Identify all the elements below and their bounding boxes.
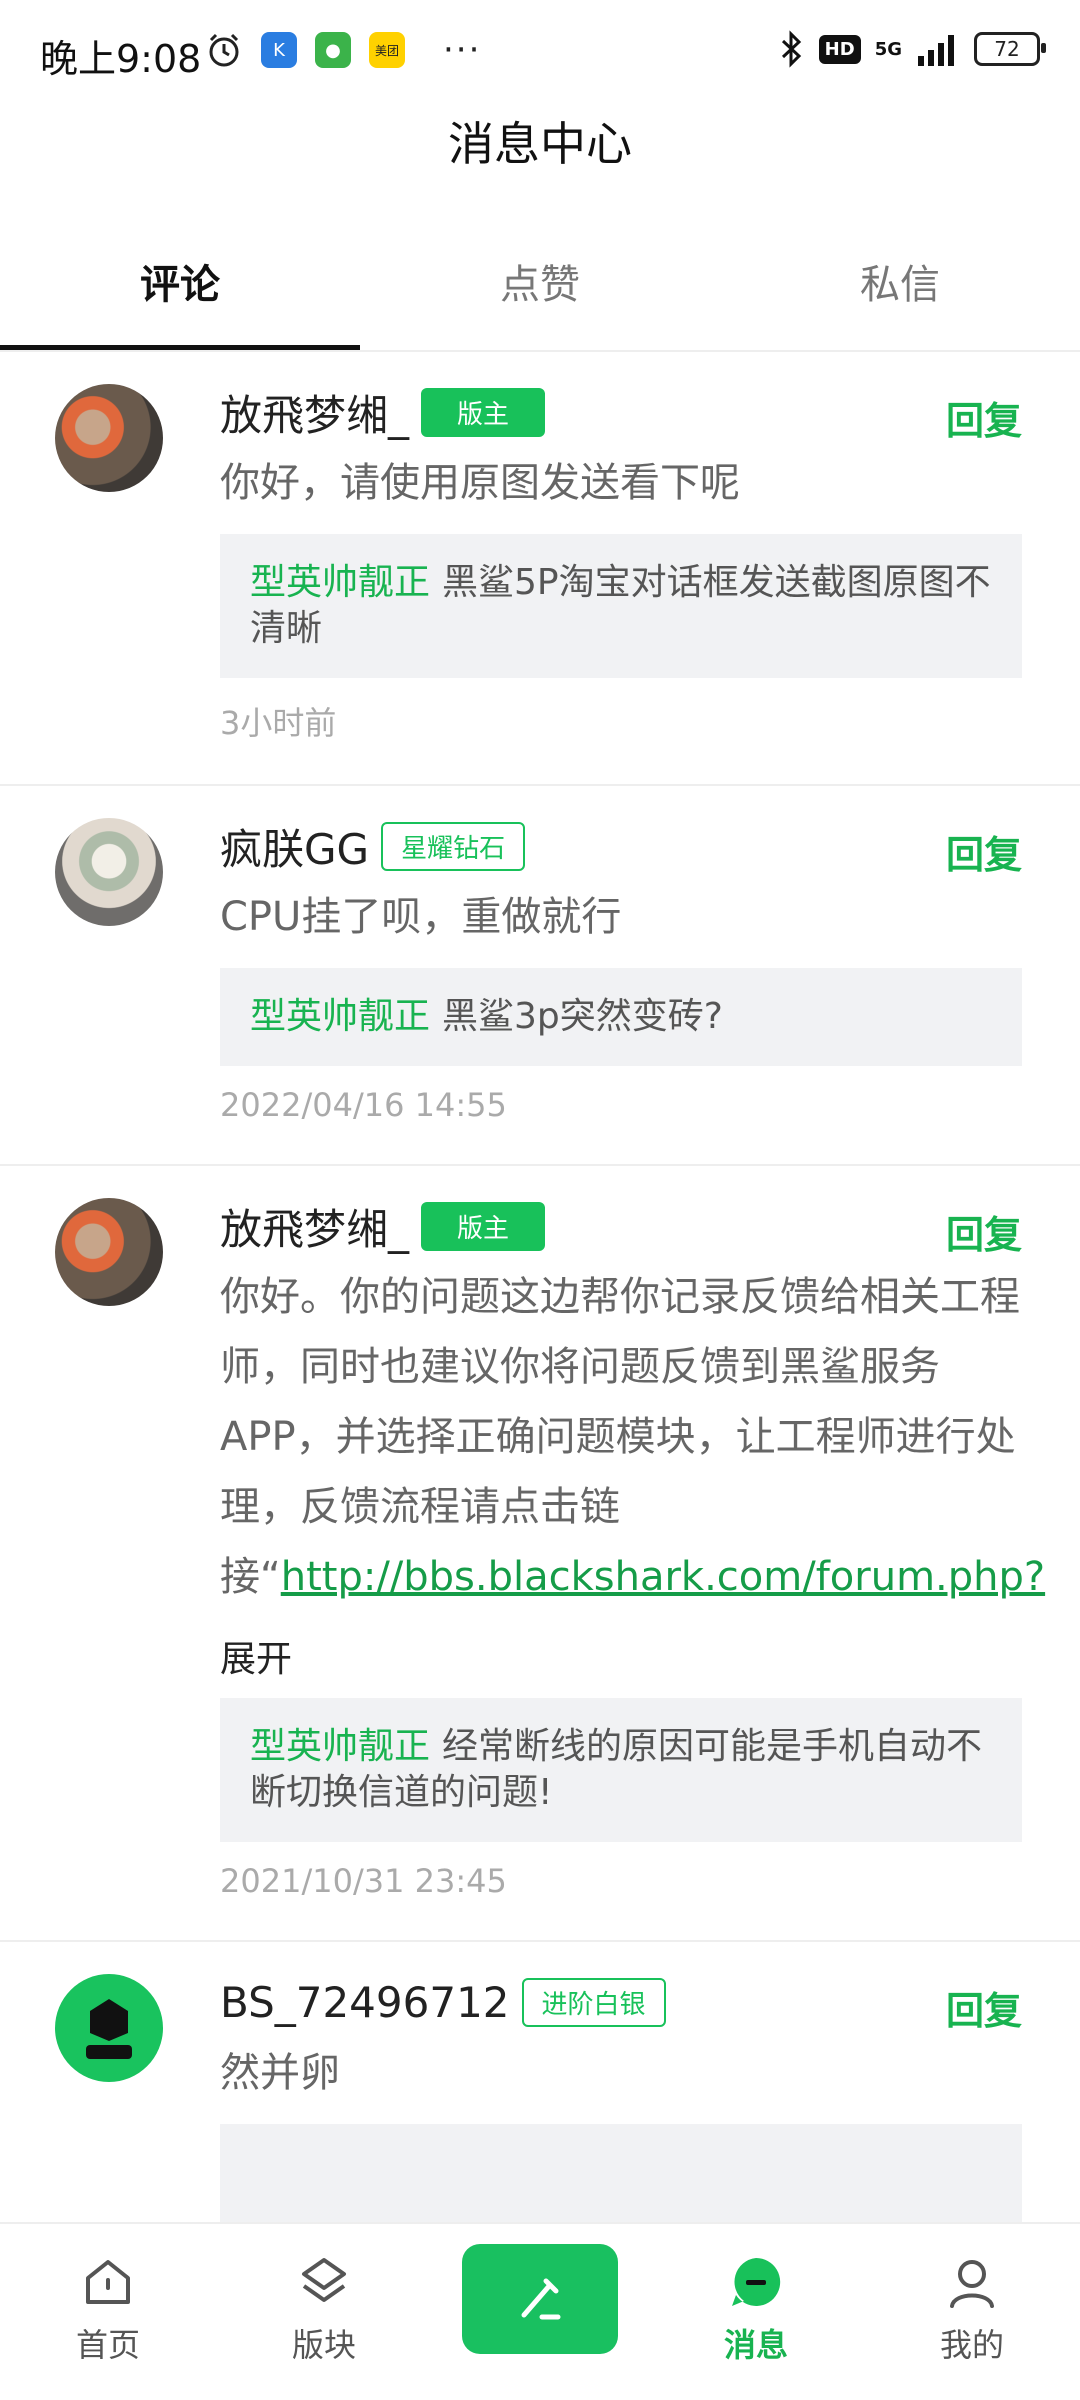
- home-icon: [76, 2250, 140, 2314]
- nav-sections[interactable]: 版块: [216, 2224, 432, 2400]
- comment-time: 3小时前: [220, 704, 337, 742]
- level-badge: 星耀钻石: [381, 821, 526, 871]
- default-avatar-icon: [86, 1999, 132, 2059]
- signal-icon: [918, 35, 954, 66]
- avatar[interactable]: [55, 384, 163, 492]
- comment-text[interactable]: CPU挂了呗，重做就行: [220, 882, 1022, 952]
- nav-compose[interactable]: [432, 2224, 648, 2400]
- comment-time: 2022/04/16 14:55: [220, 1086, 507, 1124]
- battery-icon: 72: [974, 32, 1046, 66]
- status-bar: 晚上9:08 K ● 美团 ··· HD 5G 72: [0, 0, 1080, 100]
- nav-home[interactable]: 首页: [0, 2224, 216, 2400]
- compose-icon: [521, 2278, 561, 2320]
- quoted-post[interactable]: 型英帅靓正 经常断线的原因可能是手机自动不断切换信道的问题!: [220, 1698, 1022, 1842]
- alarm-icon: [209, 33, 239, 67]
- hd-icon: HD: [818, 34, 861, 64]
- expand-button[interactable]: 展开: [220, 1630, 1022, 1682]
- comment-text[interactable]: 然并卵: [220, 2038, 1022, 2108]
- quoted-post[interactable]: [220, 2124, 1022, 2236]
- nav-label: 消息: [723, 2326, 788, 2364]
- reply-button[interactable]: 回复: [946, 1204, 1022, 1259]
- role-badge: 版主: [421, 387, 546, 437]
- comment-item: 回复 放飛梦缃_ 版主 你好。你的问题这边帮你记录反馈给相关工程师，同时也建议你…: [0, 1166, 1080, 1942]
- nav-label: 我的: [939, 2326, 1004, 2364]
- tab-comments[interactable]: 评论: [0, 230, 360, 350]
- page-title: 消息中心: [448, 117, 632, 171]
- layers-icon: [292, 2250, 356, 2314]
- bottom-nav: 首页 版块 消息 我的: [0, 2222, 1080, 2400]
- nav-profile[interactable]: 我的: [864, 2224, 1080, 2400]
- network-type: 5G: [874, 38, 902, 60]
- comment-text[interactable]: 你好，请使用原图发送看下呢: [220, 448, 1022, 518]
- quoted-post[interactable]: 型英帅靓正 黑鲨3p突然变砖?: [220, 968, 1022, 1066]
- avatar[interactable]: [55, 818, 163, 926]
- status-notification-icons: K ● 美团 ···: [205, 30, 481, 70]
- status-time: 晚上9:08: [40, 37, 202, 81]
- comment-text[interactable]: 你好。你的问题这边帮你记录反馈给相关工程师，同时也建议你将问题反馈到黑鲨服务AP…: [220, 1262, 1045, 1612]
- username[interactable]: 放飛梦缃_: [220, 382, 409, 443]
- role-badge: 版主: [421, 1201, 546, 1251]
- username[interactable]: BS_72496712: [220, 1978, 510, 2027]
- comment-list: 回复 放飛梦缃_ 版主 你好，请使用原图发送看下呢 型英帅靓正 黑鲨5P淘宝对话框…: [0, 352, 1080, 2278]
- tab-bar: 评论 点赞 私信: [0, 230, 1080, 350]
- avatar[interactable]: [55, 1974, 163, 2082]
- status-right-icons: HD 5G 72: [779, 30, 1046, 68]
- username[interactable]: 疯朕GG: [220, 816, 369, 877]
- quoted-text: 黑鲨3p突然变砖?: [442, 996, 723, 1037]
- comment-link[interactable]: http://bbs.blackshark.com/forum.php?: [281, 1554, 1045, 1600]
- comment-item: 回复 疯朕GG 星耀钻石 CPU挂了呗，重做就行 型英帅靓正 黑鲨3p突然变砖? …: [0, 786, 1080, 1166]
- bluetooth-icon: [781, 30, 801, 68]
- comment-body: 你好。你的问题这边帮你记录反馈给相关工程师，同时也建议你将问题反馈到黑鲨服务AP…: [220, 1274, 1020, 1600]
- quoted-author: 型英帅靓正: [250, 996, 431, 1037]
- reply-button[interactable]: 回复: [946, 1980, 1022, 2035]
- nav-label: 版块: [291, 2326, 356, 2364]
- tab-private-messages[interactable]: 私信: [720, 230, 1080, 350]
- battery-level: 72: [994, 37, 1020, 61]
- avatar[interactable]: [55, 1198, 163, 1306]
- reply-button[interactable]: 回复: [946, 390, 1022, 445]
- quoted-author: 型英帅靓正: [250, 562, 431, 603]
- meituan-icon: 美团: [369, 32, 405, 68]
- reply-button[interactable]: 回复: [946, 824, 1022, 879]
- quoted-post[interactable]: 型英帅靓正 黑鲨5P淘宝对话框发送截图原图不清晰: [220, 534, 1022, 678]
- username[interactable]: 放飛梦缃_: [220, 1196, 409, 1257]
- comment-item: 回复 放飛梦缃_ 版主 你好，请使用原图发送看下呢 型英帅靓正 黑鲨5P淘宝对话框…: [0, 352, 1080, 786]
- compose-button[interactable]: [462, 2244, 618, 2354]
- message-icon: [724, 2250, 788, 2314]
- tab-likes[interactable]: 点赞: [360, 230, 720, 350]
- nav-messages[interactable]: 消息: [648, 2224, 864, 2400]
- comment-time: 2021/10/31 23:45: [220, 1862, 507, 1900]
- more-notifications-icon: ···: [443, 30, 482, 70]
- app-green-icon: ●: [315, 32, 351, 68]
- level-badge: 进阶白银: [521, 1977, 666, 2027]
- app-k-icon: K: [261, 32, 297, 68]
- quoted-author: 型英帅靓正: [250, 1726, 431, 1767]
- profile-icon: [940, 2250, 1004, 2314]
- nav-label: 首页: [75, 2326, 140, 2364]
